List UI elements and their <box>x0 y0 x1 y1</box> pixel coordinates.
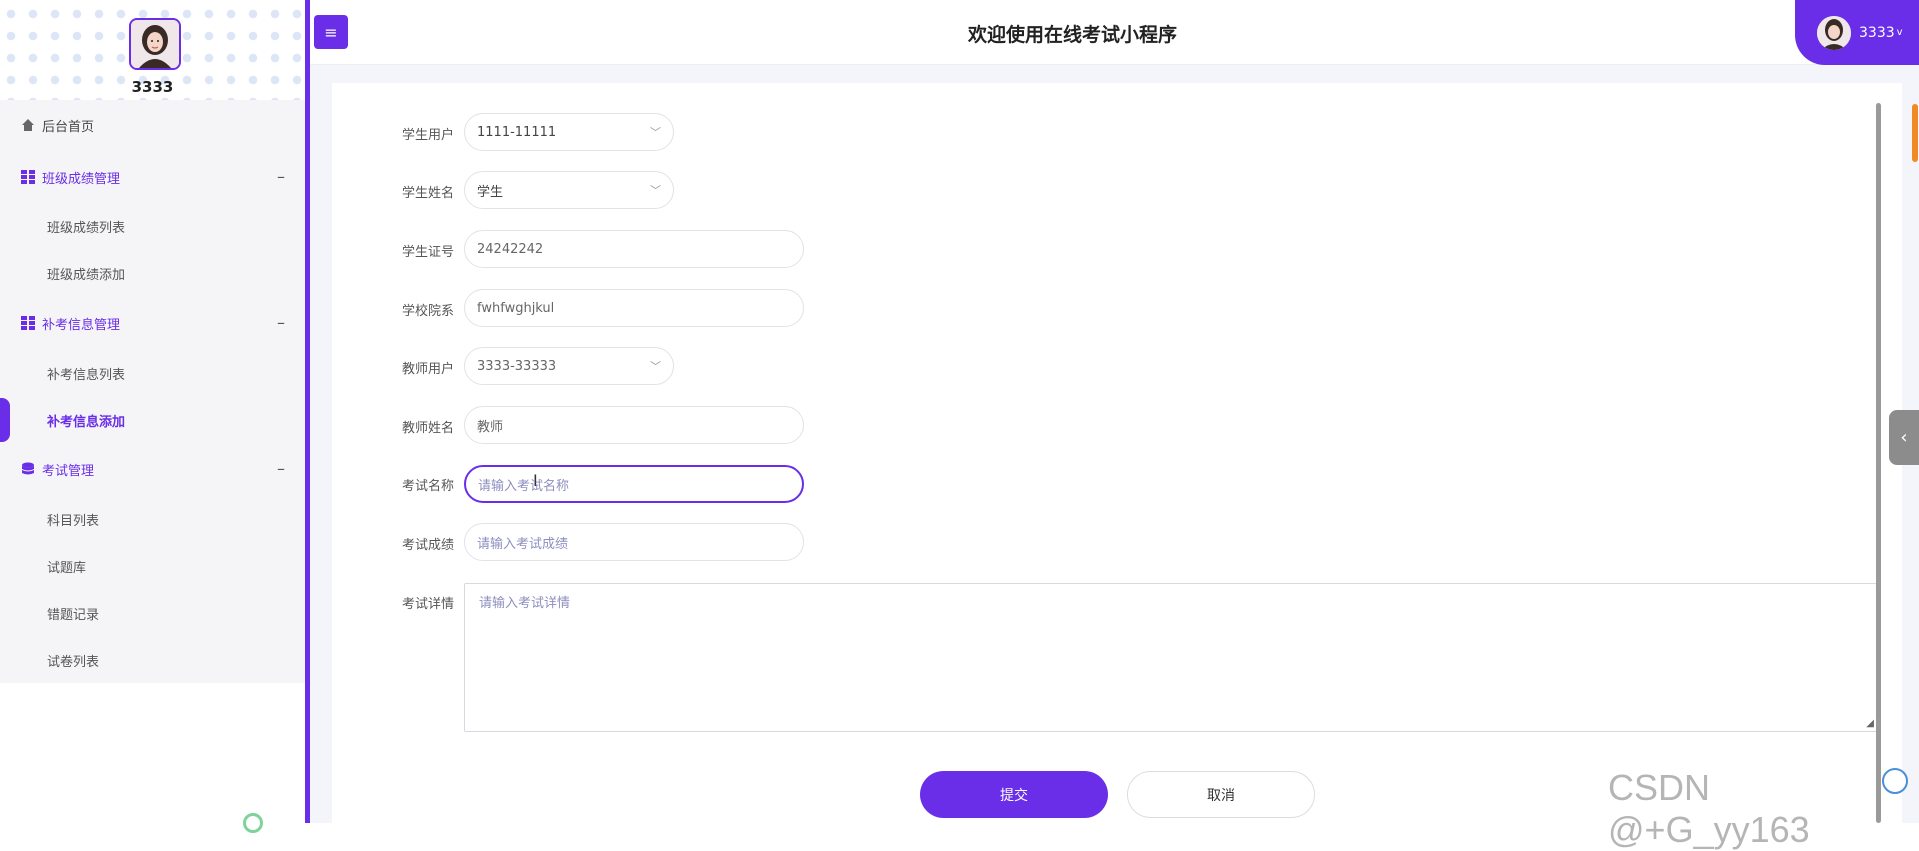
exam-name-label: 考试名称 <box>401 479 454 494</box>
chevron-down-icon: ﹀ <box>650 126 661 139</box>
user-menu[interactable]: 3333 v <box>1795 0 1919 65</box>
watermark: CSDN @+G_yy163 <box>1608 767 1810 850</box>
sidebar-group-label: 补考信息管理 <box>42 317 121 333</box>
exam-score-placeholder: 请输入考试成绩 <box>477 536 569 552</box>
sidebar-item-label: 后台首页 <box>42 119 95 135</box>
student-user-label: 学生用户 <box>401 128 454 143</box>
exam-detail-label: 考试详情 <box>401 597 454 612</box>
school-dept-label: 学校院系 <box>401 304 454 319</box>
sidebar: 3333 后台首页 班级成绩管理 – 班级成绩列表 班级成绩添加 补考信息管理 <box>0 0 310 823</box>
chevron-down-icon[interactable]: v <box>1897 27 1903 38</box>
sidebar-item-paper-list[interactable]: 试卷列表 <box>0 640 305 680</box>
teacher-user-value: 3333-33333 <box>477 358 557 374</box>
sidebar-group-makeup-info[interactable]: 补考信息管理 – <box>0 303 305 343</box>
school-dept-value: fwhfwghjkul <box>477 300 555 316</box>
student-user-value: 1111-11111 <box>477 124 557 140</box>
sidebar-group-label: 班级成绩管理 <box>42 171 121 187</box>
teacher-name-label: 教师姓名 <box>401 421 454 436</box>
sidebar-item-label: 班级成绩添加 <box>47 267 126 283</box>
sidebar-item-label: 班级成绩列表 <box>47 220 126 236</box>
cancel-button[interactable]: 取消 <box>1127 771 1315 818</box>
sidebar-item-makeup-add[interactable]: 补考信息添加 <box>0 400 305 440</box>
active-indicator <box>0 398 10 442</box>
grid-icon <box>20 315 36 331</box>
chevron-down-icon: ﹀ <box>650 184 661 197</box>
exam-name-input[interactable]: 请输入考试名称 <box>464 465 804 503</box>
assistant-icon[interactable] <box>1882 768 1908 794</box>
teacher-user-select[interactable]: 3333-33333 ﹀ <box>464 347 674 385</box>
sidebar-item-label: 试卷列表 <box>47 654 100 670</box>
page-title: 欢迎使用在线考试小程序 <box>967 24 1177 46</box>
user-avatar[interactable] <box>1817 15 1851 50</box>
sidebar-item-class-score-list[interactable]: 班级成绩列表 <box>0 206 305 246</box>
sidebar-group-exam[interactable]: 考试管理 – <box>0 449 305 489</box>
teacher-name-field[interactable]: 教师 <box>464 406 804 444</box>
student-name-value: 学生 <box>477 184 504 200</box>
sidebar-item-label: 试题库 <box>47 560 87 576</box>
status-circle-icon <box>243 813 263 833</box>
collapse-icon[interactable]: – <box>277 167 285 186</box>
sidebar-item-label: 补考信息列表 <box>47 367 126 383</box>
sidebar-item-wrong-records[interactable]: 错题记录 <box>0 593 305 633</box>
sidebar-group-label: 考试管理 <box>42 463 95 479</box>
student-id-value: 24242242 <box>477 241 544 257</box>
student-user-select[interactable]: 1111-11111 ﹀ <box>464 113 674 151</box>
collapse-icon[interactable]: – <box>277 313 285 332</box>
chevron-down-icon: ﹀ <box>650 360 661 373</box>
sidebar-item-label: 补考信息添加 <box>47 414 126 430</box>
grid-icon <box>20 169 36 185</box>
exam-name-placeholder: 请输入考试名称 <box>478 478 570 494</box>
exam-detail-textarea[interactable]: 请输入考试详情 ◢ <box>464 583 1877 732</box>
school-dept-field[interactable]: fwhfwghjkul <box>464 289 804 327</box>
profile-area: 3333 <box>0 0 305 100</box>
student-name-label: 学生姓名 <box>401 186 454 201</box>
sidebar-group-class-score[interactable]: 班级成绩管理 – <box>0 157 305 197</box>
sidebar-item-label: 错题记录 <box>47 607 100 623</box>
resize-handle-icon[interactable]: ◢ <box>1866 718 1874 729</box>
student-name-select[interactable]: 学生 ﹀ <box>464 171 674 209</box>
text-cursor-icon: I <box>533 471 538 490</box>
sidebar-menu: 后台首页 班级成绩管理 – 班级成绩列表 班级成绩添加 补考信息管理 – 补考信… <box>0 100 305 683</box>
exam-detail-placeholder: 请输入考试详情 <box>479 596 571 611</box>
teacher-user-label: 教师用户 <box>401 362 454 377</box>
home-icon <box>20 117 36 133</box>
exam-score-input[interactable]: 请输入考试成绩 <box>464 523 804 561</box>
chevron-left-icon[interactable]: ‹ <box>1889 410 1919 465</box>
database-icon <box>20 461 36 477</box>
header-username: 3333 <box>1859 24 1895 41</box>
sidebar-item-home[interactable]: 后台首页 <box>0 105 305 145</box>
teacher-name-value: 教师 <box>477 419 504 435</box>
student-id-label: 学生证号 <box>401 245 454 260</box>
page-scrollbar[interactable] <box>1912 104 1918 162</box>
collapse-icon[interactable]: – <box>277 459 285 478</box>
student-id-field[interactable]: 24242242 <box>464 230 804 268</box>
sidebar-item-makeup-list[interactable]: 补考信息列表 <box>0 353 305 393</box>
sidebar-item-subject-list[interactable]: 科目列表 <box>0 499 305 539</box>
avatar[interactable] <box>129 18 181 70</box>
profile-username: 3333 <box>131 78 174 96</box>
submit-button[interactable]: 提交 <box>920 771 1108 818</box>
sidebar-item-question-bank[interactable]: 试题库 <box>0 546 305 586</box>
top-header: ≡ 欢迎使用在线考试小程序 3333 v <box>310 0 1919 65</box>
sidebar-item-label: 科目列表 <box>47 513 100 529</box>
exam-score-label: 考试成绩 <box>401 538 454 553</box>
sidebar-item-class-score-add[interactable]: 班级成绩添加 <box>0 253 305 293</box>
content-scrollbar[interactable] <box>1876 103 1881 823</box>
